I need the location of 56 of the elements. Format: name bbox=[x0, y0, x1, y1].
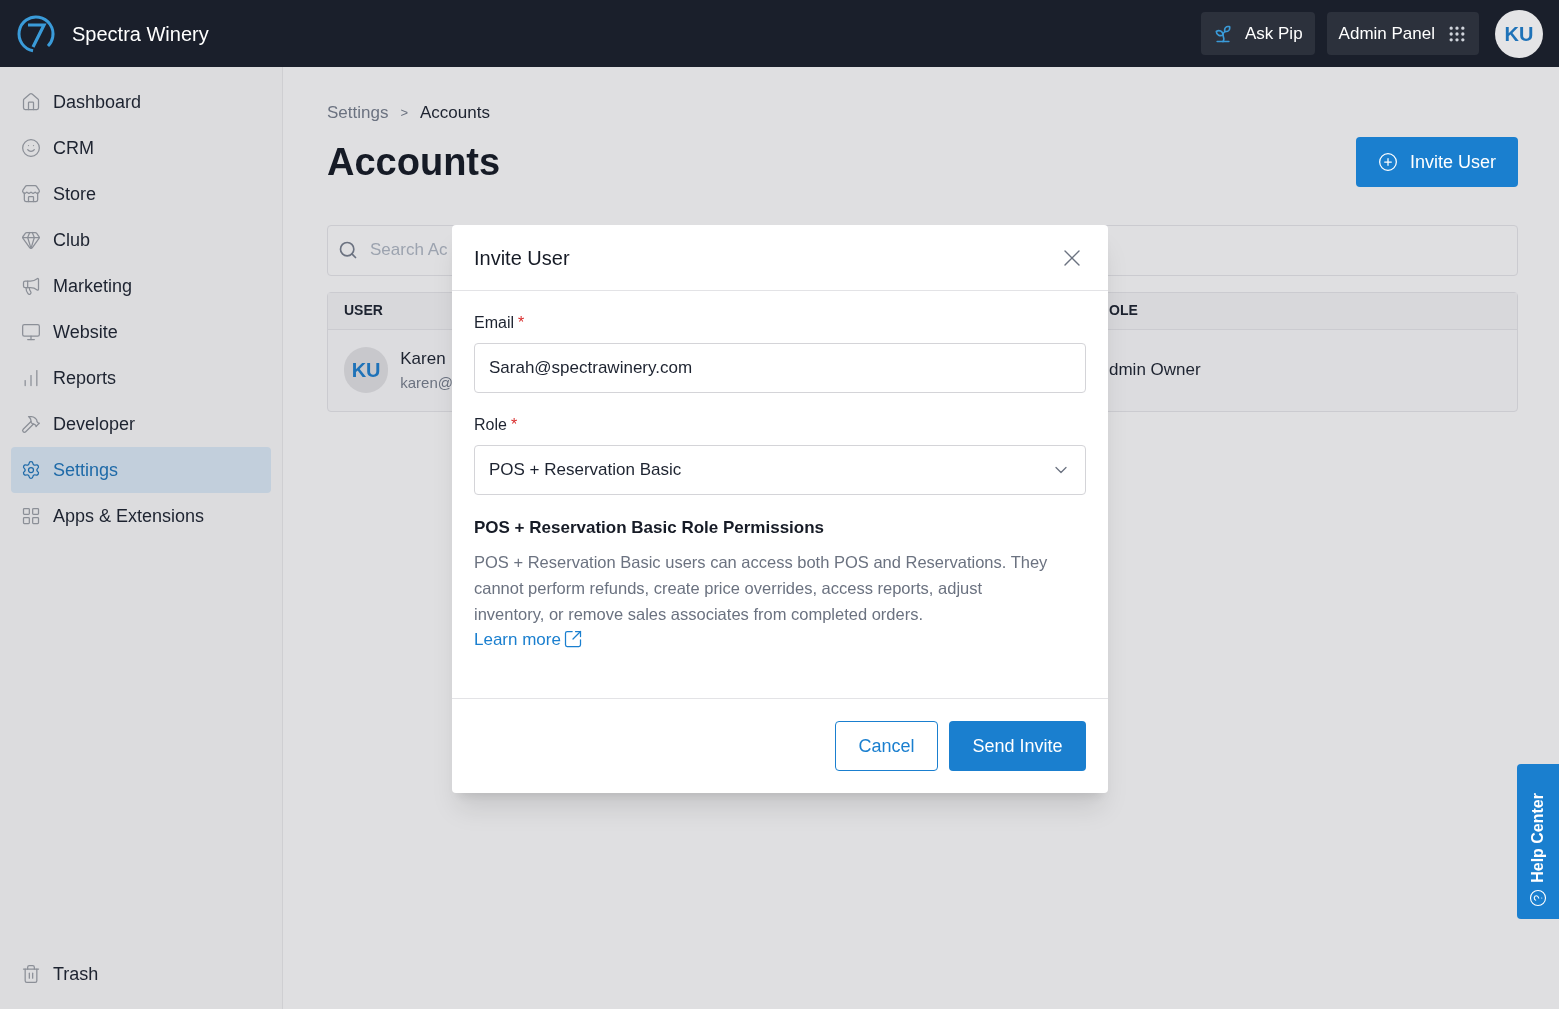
sidebar-item[interactable]: Store bbox=[11, 171, 271, 217]
megaphone-icon bbox=[21, 276, 41, 296]
breadcrumb-link[interactable]: Settings bbox=[327, 100, 389, 126]
user-name: Karen bbox=[400, 348, 447, 370]
admin-panel-button[interactable]: Admin Panel bbox=[1326, 12, 1479, 55]
sidebar-item[interactable]: Dashboard bbox=[11, 79, 271, 125]
settings-icon bbox=[21, 460, 41, 480]
brand-name: Spectra Winery bbox=[72, 21, 209, 47]
ask-pip-button[interactable]: Ask Pip bbox=[1200, 12, 1315, 55]
diamond-icon bbox=[21, 230, 41, 250]
apps-icon bbox=[21, 506, 41, 526]
home-icon bbox=[21, 92, 41, 112]
sidebar-item[interactable]: Apps & Extensions bbox=[11, 493, 271, 539]
column-header: USER bbox=[344, 302, 383, 318]
required-asterisk: * bbox=[518, 313, 525, 333]
invite-user-button[interactable]: Invite User bbox=[1355, 137, 1518, 187]
permissions-title: POS + Reservation Basic Role Permissions bbox=[474, 517, 826, 539]
user-email: karen@ bbox=[400, 372, 453, 393]
dialog-title: Invite User bbox=[474, 245, 570, 271]
cancel-button[interactable]: Cancel bbox=[835, 721, 938, 771]
help-icon bbox=[1529, 889, 1547, 907]
logo-icon bbox=[16, 13, 56, 54]
sprout-icon bbox=[1212, 23, 1233, 44]
search-icon bbox=[338, 240, 358, 260]
external-link-icon bbox=[562, 629, 583, 650]
monitor-icon bbox=[21, 322, 41, 342]
store-icon bbox=[21, 184, 41, 204]
search-placeholder: Search Ac bbox=[370, 239, 448, 262]
sidebar-item[interactable]: Reports bbox=[11, 355, 271, 401]
role-cell: dmin Owner bbox=[1109, 360, 1201, 380]
user-avatar: KU bbox=[344, 347, 389, 393]
role-dropdown[interactable]: POS + Reservation Basic bbox=[474, 445, 1086, 495]
help-center-label: Help Center bbox=[1528, 793, 1547, 883]
permissions-description: POS + Reservation Basic users can access both POS and Reservations. They cannot perform refunds, create price overrides, access reports, adjust inventory, or remove sales associates from completed orders. bbox=[474, 551, 1049, 625]
breadcrumb-separator: > bbox=[400, 104, 409, 122]
sidebar-item[interactable]: Marketing bbox=[11, 263, 271, 309]
sidebar-item[interactable]: Trash bbox=[11, 951, 271, 997]
learn-more-link[interactable]: Learn more bbox=[474, 626, 583, 652]
sidebar-item[interactable]: Developer bbox=[11, 401, 271, 447]
sidebar-item[interactable]: CRM bbox=[11, 125, 271, 171]
hammer-icon bbox=[21, 414, 41, 434]
smiley-icon bbox=[21, 138, 41, 158]
email-field[interactable]: Sarah@spectrawinery.com bbox=[474, 343, 1086, 393]
column-header: OLE bbox=[1109, 302, 1138, 318]
plus-icon bbox=[1377, 152, 1398, 172]
required-asterisk: * bbox=[510, 415, 518, 435]
send-invite-button[interactable]: Send Invite bbox=[949, 721, 1086, 771]
help-center-tab[interactable]: Help Center bbox=[1517, 764, 1559, 919]
page-title: Accounts bbox=[327, 139, 501, 185]
sidebar-item[interactable]: Club bbox=[11, 217, 271, 263]
sidebar-item[interactable]: Settings bbox=[11, 447, 271, 493]
trash-icon bbox=[21, 964, 41, 984]
sidebar-item[interactable]: Website bbox=[11, 309, 271, 355]
user-avatar[interactable]: KU bbox=[1495, 9, 1543, 58]
field-label: Email bbox=[474, 313, 514, 333]
field-label: Role bbox=[474, 415, 507, 435]
